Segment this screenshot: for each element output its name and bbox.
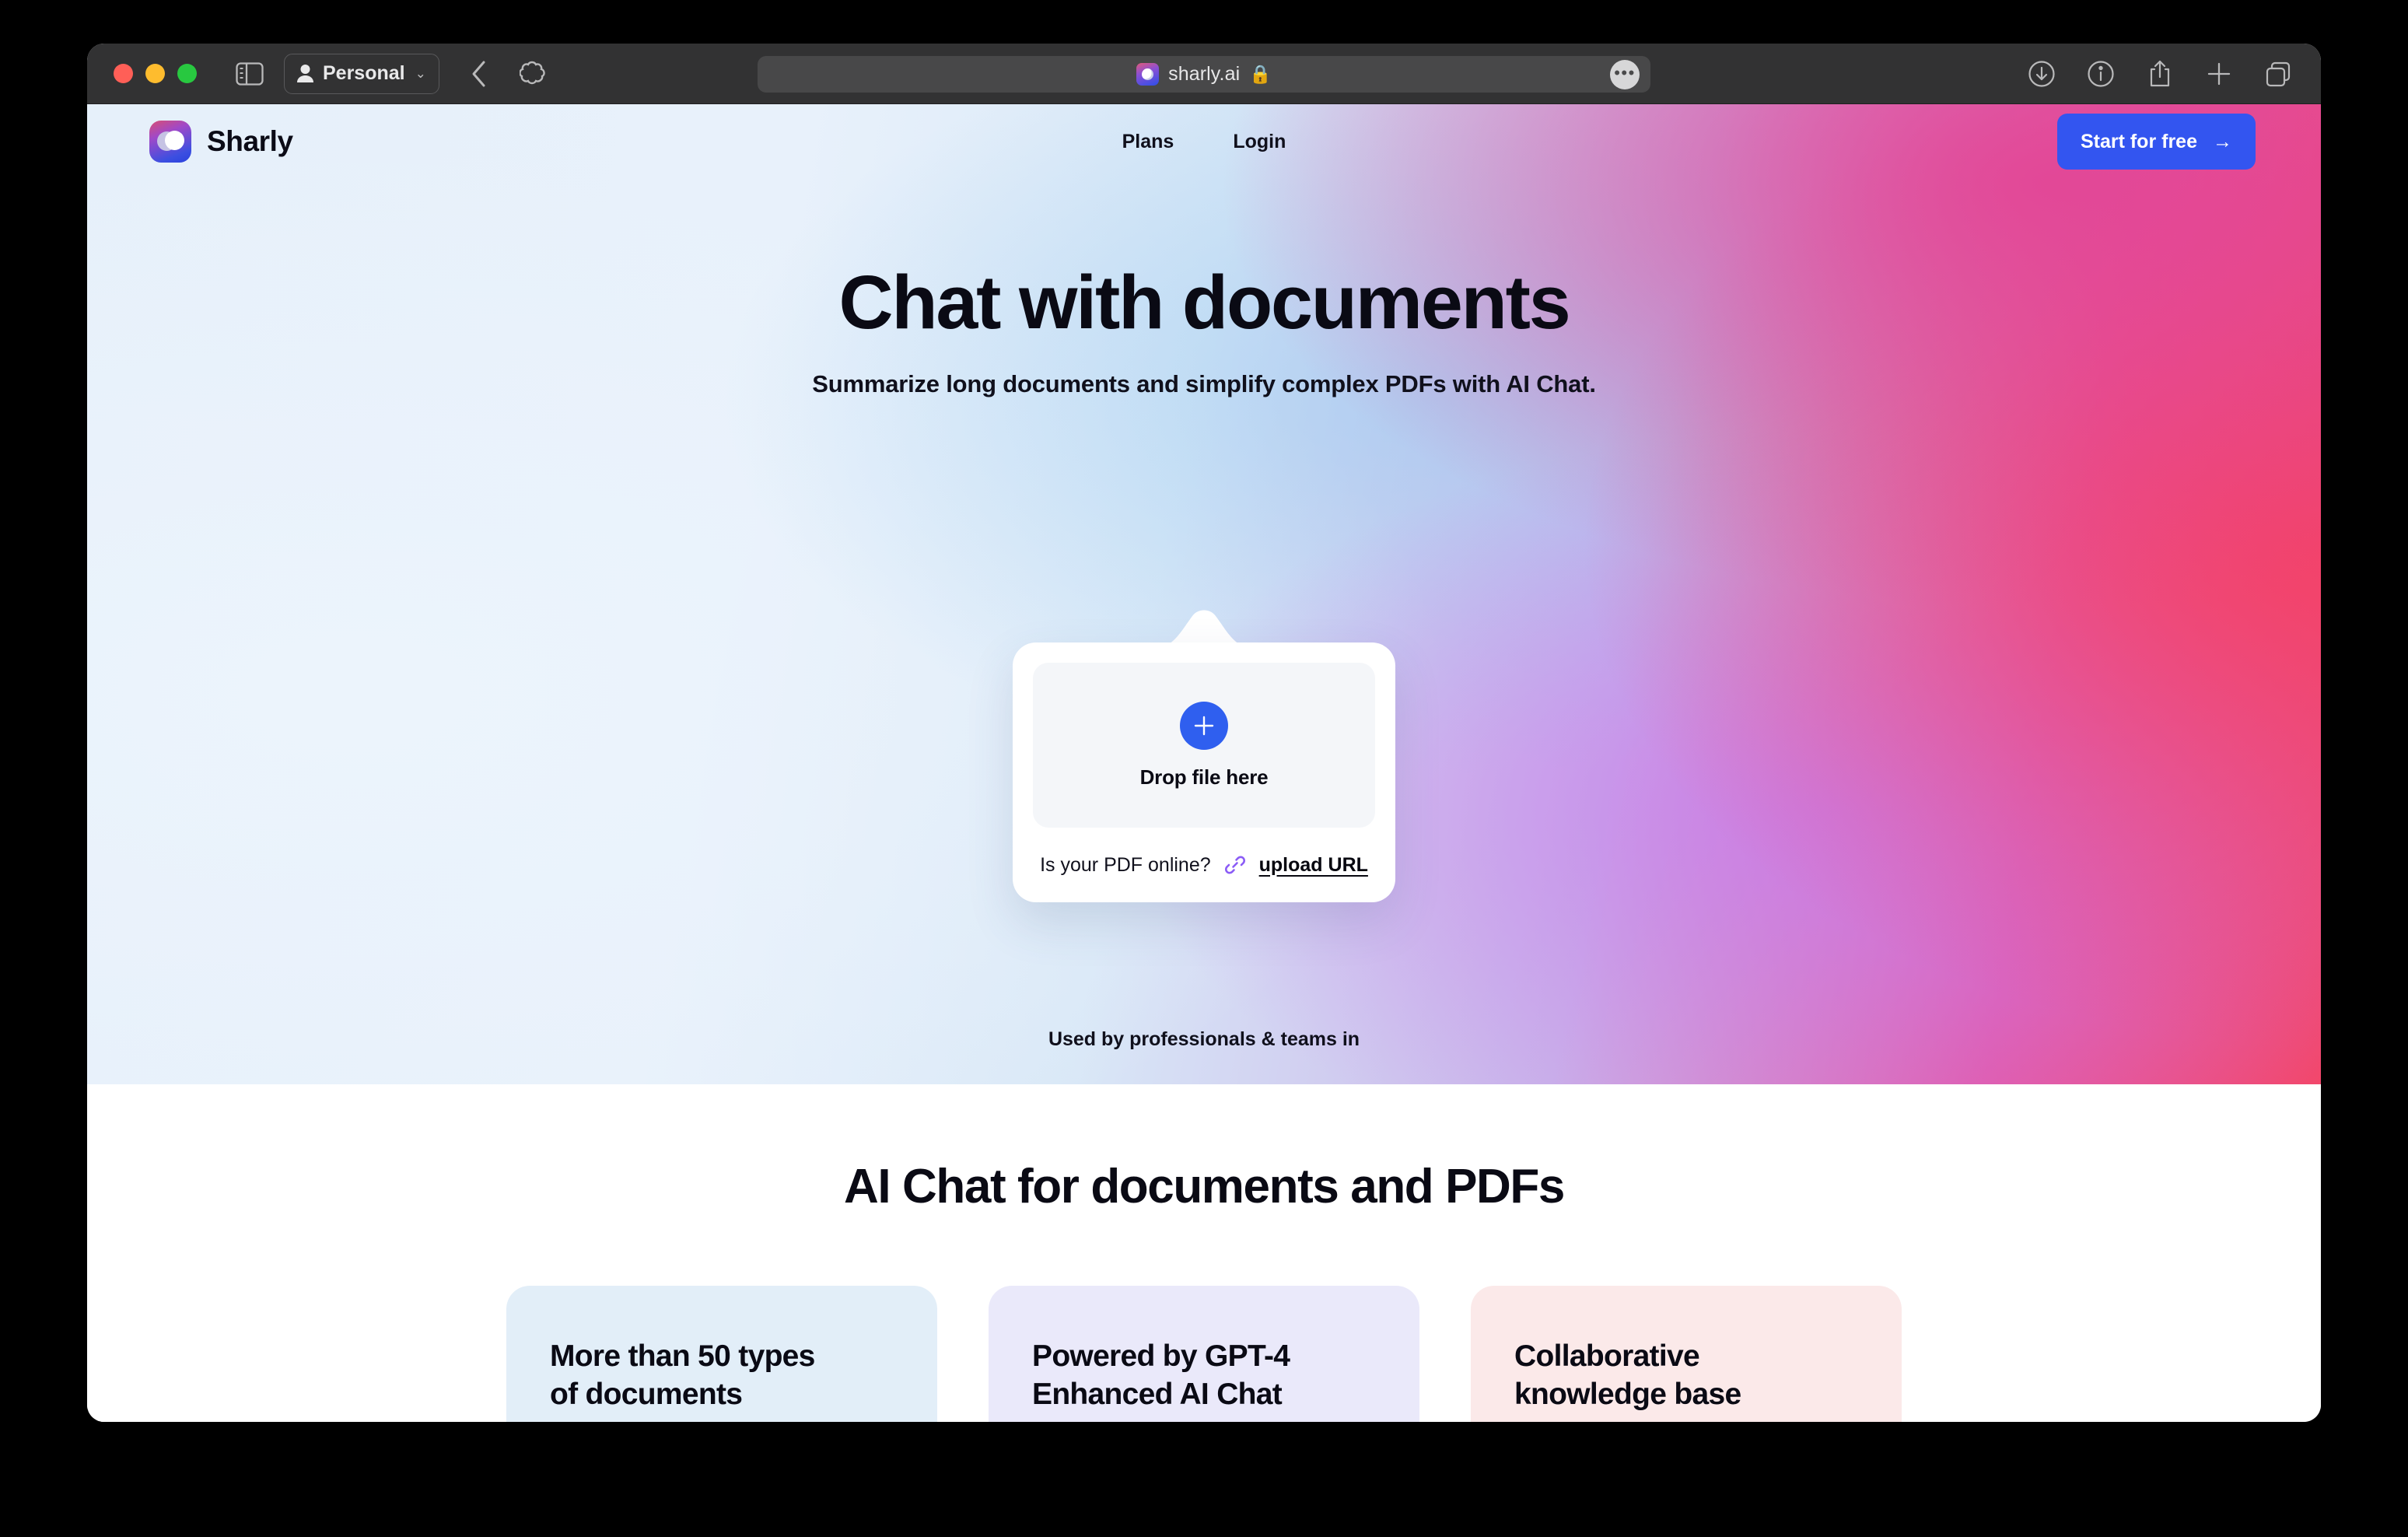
upload-url-question: Is your PDF online?	[1040, 853, 1211, 876]
features-title: AI Chat for documents and PDFs	[844, 1160, 1565, 1213]
main-nav: Plans Login	[1122, 104, 1286, 179]
person-icon	[297, 65, 313, 82]
back-arrow-icon[interactable]	[461, 56, 497, 92]
file-dropzone[interactable]: Drop file here	[1033, 663, 1375, 828]
share-icon[interactable]	[2144, 58, 2176, 90]
info-icon[interactable]	[2084, 58, 2117, 90]
safari-browser-window: Personal ⌄ sharly.ai 🔒 ••• Sharly Plans …	[87, 44, 2321, 1422]
feature-card-list: More than 50 types of documents Search a…	[87, 1286, 2321, 1422]
page-viewport: Sharly Plans Login Start for free → Chat…	[87, 104, 2321, 1422]
upload-card-wrapper: Drop file here Is your PDF online? uploa…	[1013, 610, 1395, 902]
new-tab-plus-icon[interactable]	[2203, 58, 2235, 90]
address-bar-content: sharly.ai 🔒	[1136, 63, 1272, 86]
feature-card-knowledge-base[interactable]: Collaborative knowledge base Share with …	[1471, 1286, 1902, 1422]
tab-overview-icon[interactable]	[2262, 58, 2294, 90]
feature-card-title: More than 50 types of documents	[550, 1339, 815, 1412]
add-file-plus-icon[interactable]	[1180, 701, 1228, 750]
profile-personal-button[interactable]: Personal ⌄	[284, 53, 439, 94]
feature-card-documents[interactable]: More than 50 types of documents Search a…	[506, 1286, 937, 1422]
brand-name: Sharly	[207, 125, 293, 157]
minimize-window-button[interactable]	[145, 64, 165, 83]
desktop-background: Personal ⌄ sharly.ai 🔒 ••• Sharly Plans …	[0, 0, 2408, 1537]
hero-section: Sharly Plans Login Start for free → Chat…	[87, 104, 2321, 1130]
close-window-button[interactable]	[114, 64, 133, 83]
profile-label: Personal	[323, 62, 405, 84]
cta-label: Start for free	[2080, 130, 2197, 152]
sidebar-toggle-icon[interactable]	[233, 59, 267, 89]
page-menu-ellipsis-icon[interactable]: •••	[1610, 59, 1640, 89]
browser-toolbar: Personal ⌄ sharly.ai 🔒 •••	[87, 44, 2321, 104]
window-traffic-lights	[114, 64, 197, 83]
features-section: AI Chat for documents and PDFs More than…	[87, 1084, 2321, 1422]
maximize-window-button[interactable]	[177, 64, 197, 83]
address-bar[interactable]: sharly.ai 🔒 •••	[758, 56, 1650, 93]
downloads-icon[interactable]	[2025, 58, 2058, 90]
site-header: Sharly Plans Login Start for free →	[87, 104, 2321, 179]
hero-copy: Chat with documents Summarize long docum…	[87, 263, 2321, 398]
upload-url-link[interactable]: upload URL	[1259, 854, 1368, 877]
tab-group-cloud-icon[interactable]	[517, 56, 553, 92]
feature-card-gpt4[interactable]: Powered by GPT-4 Enhanced AI Chat Ask an…	[989, 1286, 1419, 1422]
page-title: Chat with documents	[838, 260, 1571, 345]
arrow-right-icon: →	[2213, 130, 2232, 152]
sharly-logo-icon	[149, 121, 191, 163]
nav-item-login[interactable]: Login	[1233, 131, 1286, 153]
site-favicon-icon	[1136, 63, 1160, 86]
url-text: sharly.ai	[1168, 63, 1241, 85]
feature-card-title: Powered by GPT-4 Enhanced AI Chat	[1032, 1339, 1290, 1412]
hero-subtitle: Summarize long documents and simplify co…	[812, 369, 1596, 397]
upload-card: Drop file here Is your PDF online? uploa…	[1013, 642, 1395, 902]
dropzone-label: Drop file here	[1139, 765, 1269, 789]
lock-icon: 🔒	[1249, 64, 1272, 84]
toolbar-right-actions	[2025, 44, 2294, 104]
upload-url-row: Is your PDF online? upload URL	[1033, 828, 1375, 902]
feature-card-title: Collaborative knowledge base	[1514, 1339, 1741, 1412]
start-for-free-button[interactable]: Start for free →	[2056, 114, 2256, 170]
social-proof-label: Used by professionals & teams in	[1048, 1028, 1360, 1050]
link-chain-icon	[1223, 853, 1247, 877]
brand-logo-link[interactable]: Sharly	[149, 121, 293, 163]
nav-item-plans[interactable]: Plans	[1122, 131, 1174, 153]
chevron-down-icon: ⌄	[415, 65, 426, 81]
